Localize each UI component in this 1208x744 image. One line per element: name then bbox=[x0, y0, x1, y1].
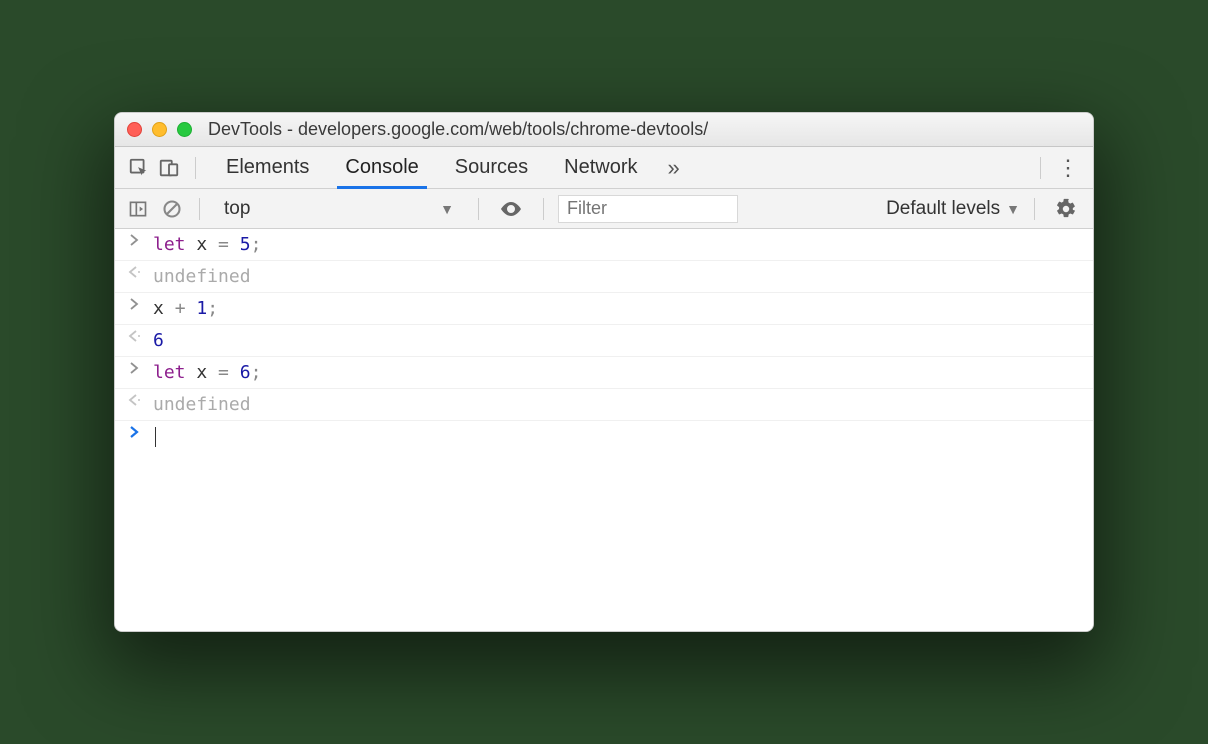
zoom-window-button[interactable] bbox=[177, 122, 192, 137]
chevron-down-icon: ▼ bbox=[1006, 201, 1020, 217]
output-chevron-icon bbox=[125, 330, 143, 342]
levels-label: Default levels bbox=[886, 198, 1000, 220]
log-levels-select[interactable]: Default levels ▼ bbox=[886, 198, 1020, 220]
divider bbox=[1040, 157, 1041, 179]
close-window-button[interactable] bbox=[127, 122, 142, 137]
divider bbox=[199, 198, 200, 220]
toggle-sidebar-icon[interactable] bbox=[125, 196, 151, 222]
output-chevron-icon bbox=[125, 394, 143, 406]
input-chevron-icon bbox=[125, 362, 143, 374]
execution-context-select[interactable]: top ▼ bbox=[214, 196, 464, 222]
window-title: DevTools - developers.google.com/web/too… bbox=[208, 119, 708, 140]
divider bbox=[543, 198, 544, 220]
minimize-window-button[interactable] bbox=[152, 122, 167, 137]
console-row-output: 6 bbox=[115, 325, 1093, 357]
code-line: let x = 6; bbox=[153, 362, 261, 383]
live-expression-icon[interactable] bbox=[493, 197, 529, 221]
input-chevron-icon bbox=[125, 234, 143, 246]
text-cursor bbox=[155, 427, 156, 447]
code-line: 6 bbox=[153, 330, 164, 351]
divider bbox=[195, 157, 196, 179]
code-line: undefined bbox=[153, 394, 251, 415]
console-toolbar: top ▼ Default levels ▼ bbox=[115, 189, 1093, 229]
kebab-menu-icon[interactable]: ⋮ bbox=[1053, 155, 1083, 181]
tab-console[interactable]: Console bbox=[327, 147, 436, 189]
console-row-output: undefined bbox=[115, 261, 1093, 293]
console-row-prompt bbox=[115, 421, 1093, 452]
console-row-input: x + 1; bbox=[115, 293, 1093, 325]
code-line: undefined bbox=[153, 266, 251, 287]
devtools-window: DevTools - developers.google.com/web/too… bbox=[114, 112, 1094, 632]
more-tabs-button[interactable]: » bbox=[658, 155, 690, 181]
device-toggle-icon[interactable] bbox=[155, 154, 183, 182]
divider bbox=[478, 198, 479, 220]
code-line bbox=[153, 426, 156, 447]
window-titlebar: DevTools - developers.google.com/web/too… bbox=[115, 113, 1093, 147]
context-label: top bbox=[224, 198, 250, 220]
console-row-output: undefined bbox=[115, 389, 1093, 421]
tabs-container: ElementsConsoleSourcesNetwork bbox=[208, 147, 656, 189]
console-row-input: let x = 6; bbox=[115, 357, 1093, 389]
input-chevron-icon bbox=[125, 298, 143, 310]
filter-input[interactable] bbox=[558, 195, 738, 223]
tab-network[interactable]: Network bbox=[546, 147, 655, 189]
output-chevron-icon bbox=[125, 266, 143, 278]
divider bbox=[1034, 198, 1035, 220]
devtools-tabbar: ElementsConsoleSourcesNetwork » ⋮ bbox=[115, 147, 1093, 189]
traffic-lights bbox=[127, 122, 192, 137]
chevron-down-icon: ▼ bbox=[440, 201, 454, 217]
console-row-input: let x = 5; bbox=[115, 229, 1093, 261]
prompt-chevron-icon bbox=[125, 426, 143, 438]
console-settings-icon[interactable] bbox=[1049, 198, 1083, 220]
code-line: x + 1; bbox=[153, 298, 218, 319]
tab-sources[interactable]: Sources bbox=[437, 147, 546, 189]
console-log-area[interactable]: let x = 5; undefined x + 1; 6 let x = 6; unde… bbox=[115, 229, 1093, 631]
code-line: let x = 5; bbox=[153, 234, 261, 255]
tab-elements[interactable]: Elements bbox=[208, 147, 327, 189]
inspect-element-icon[interactable] bbox=[125, 154, 153, 182]
clear-console-icon[interactable] bbox=[159, 196, 185, 222]
